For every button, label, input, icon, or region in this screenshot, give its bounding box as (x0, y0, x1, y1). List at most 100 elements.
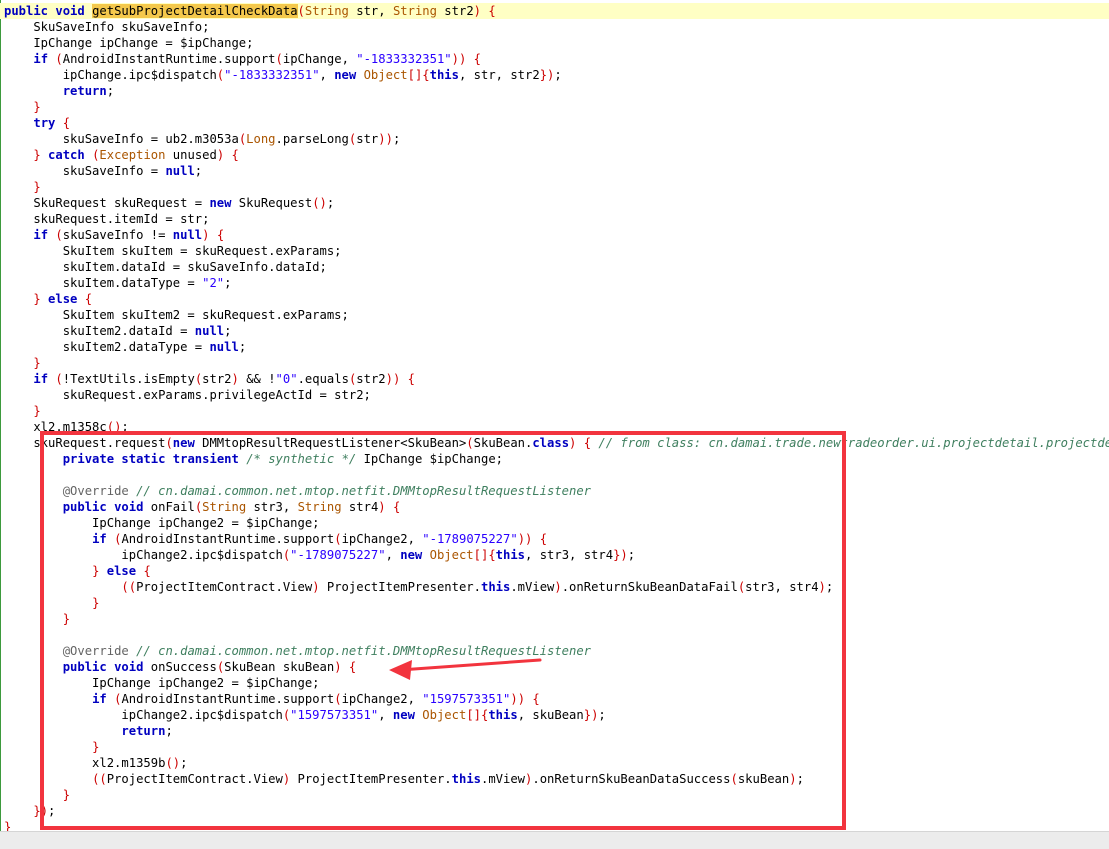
code-line[interactable]: return; (4, 723, 173, 739)
code-token: onSuccess (143, 660, 217, 674)
code-line[interactable]: SkuItem skuItem2 = skuRequest.exParams; (4, 307, 349, 323)
code-token: []{ (466, 708, 489, 722)
code-line[interactable]: if (AndroidInstantRuntime.support(ipChan… (4, 531, 547, 547)
code-token: this (480, 580, 511, 594)
code-line[interactable]: @Override // cn.damai.common.net.mtop.ne… (4, 643, 591, 659)
code-line[interactable]: } (4, 179, 40, 195)
code-line[interactable]: if (AndroidInstantRuntime.support(ipChan… (4, 51, 481, 67)
horizontal-scrollbar[interactable] (0, 831, 1109, 849)
code-line[interactable]: }); (4, 803, 55, 819)
code-line[interactable]: skuRequest.request(new DMMtopResultReque… (4, 435, 1109, 451)
code-line[interactable]: public void onFail(String str3, String s… (4, 499, 401, 515)
code-token: str4 (341, 500, 379, 514)
code-token: ; (326, 196, 335, 210)
code-token: ) (554, 580, 562, 594)
code-token: str3, str4 (745, 580, 819, 594)
code-token: ProjectItemContract.View (136, 580, 313, 594)
code-token: ( (55, 228, 63, 242)
code-line[interactable]: skuItem2.dataId = null; (4, 323, 232, 339)
code-token: xl2.m1359b (4, 756, 166, 770)
code-token: ( (275, 52, 283, 66)
code-token: } (92, 596, 100, 610)
code-token: null (194, 324, 225, 338)
code-line[interactable]: } (4, 787, 70, 803)
code-token: , str3, str4 (525, 548, 614, 562)
code-token: str2 (356, 372, 386, 386)
code-token: Object (429, 548, 474, 562)
code-token: new (209, 196, 232, 210)
code-token: str (356, 132, 379, 146)
code-token: ( (334, 692, 342, 706)
code-line[interactable]: } (4, 611, 70, 627)
code-token: []{ (473, 548, 496, 562)
code-token: try (33, 116, 56, 130)
code-token: } (62, 788, 71, 802)
code-line[interactable]: ((ProjectItemContract.View) ProjectItemP… (4, 579, 833, 595)
code-line[interactable]: skuSaveInfo = null; (4, 163, 202, 179)
code-line[interactable]: } else { (4, 563, 151, 579)
code-token: SkuBean skuBean (224, 660, 335, 674)
code-token: )) (378, 132, 393, 146)
code-line[interactable]: @Override // cn.damai.common.net.mtop.ne… (4, 483, 591, 499)
code-line[interactable]: skuSaveInfo = ub2.m3053a(Long.parseLong(… (4, 131, 401, 147)
code-line[interactable]: SkuSaveInfo skuSaveInfo; (4, 19, 209, 35)
code-line[interactable]: return; (4, 83, 114, 99)
code-line[interactable]: SkuItem skuItem = skuRequest.exParams; (4, 243, 342, 259)
code-token: skuRequest.itemId = str; (4, 212, 210, 226)
code-token: && ! (238, 372, 276, 386)
code-line[interactable]: if (skuSaveInfo != null) { (4, 227, 224, 243)
code-token: null (209, 340, 239, 354)
code-line[interactable]: } else { (4, 291, 92, 307)
code-line[interactable]: skuItem.dataType = "2"; (4, 275, 232, 291)
code-token: if (33, 372, 49, 386)
code-line[interactable]: } (4, 403, 40, 419)
code-line[interactable]: } catch (Exception unused) { (4, 147, 239, 163)
code-token: ) (789, 772, 797, 786)
code-token: // cn.damai.common.net.mtop.netfit.DMMto… (136, 644, 592, 658)
code-line[interactable]: ipChange.ipc$dispatch("-1833332351", new… (4, 67, 562, 83)
code-line[interactable]: } (4, 739, 99, 755)
code-line[interactable]: } (4, 595, 99, 611)
code-line[interactable]: if (AndroidInstantRuntime.support(ipChan… (4, 691, 540, 707)
code-line[interactable]: ipChange2.ipc$dispatch("-1789075227", ne… (4, 547, 635, 563)
code-line[interactable]: skuItem2.dataType = null; (4, 339, 246, 355)
code-line[interactable]: } (4, 355, 40, 371)
code-token: Object (363, 68, 408, 82)
code-line[interactable]: private static transient /* synthetic */… (4, 451, 503, 467)
code-line[interactable]: public void onSuccess(SkuBean skuBean) { (4, 659, 357, 675)
code-line[interactable]: try { (4, 115, 70, 131)
code-line[interactable]: xl2.m1359b(); (4, 755, 187, 771)
code-line[interactable]: IpChange ipChange2 = $ipChange; (4, 515, 319, 531)
code-line[interactable]: skuRequest.exParams.privilegeActId = str… (4, 387, 371, 403)
code-line[interactable]: ipChange2.ipc$dispatch("1597573351", new… (4, 707, 605, 723)
code-token: static (121, 452, 166, 466)
code-token: , skuBean (517, 708, 584, 722)
code-line[interactable]: ((ProjectItemContract.View) ProjectItemP… (4, 771, 804, 787)
code-token: void (114, 500, 144, 514)
code-token: ; (165, 724, 173, 738)
code-editor[interactable]: public void getSubProjectDetailCheckData… (0, 0, 1109, 849)
code-line[interactable]: if (!TextUtils.isEmpty(str2) && !"0".equ… (4, 371, 415, 387)
code-token: { (216, 228, 225, 242)
code-line[interactable]: IpChange ipChange2 = $ipChange; (4, 675, 319, 691)
code-line[interactable]: } (4, 99, 40, 115)
code-token: new (400, 548, 423, 562)
code-token: ipChange2.ipc$dispatch (4, 708, 283, 722)
code-line[interactable]: IpChange ipChange = $ipChange; (4, 35, 253, 51)
code-line[interactable]: xl2.m1358c(); (4, 419, 128, 435)
code-line[interactable]: SkuRequest skuRequest = new SkuRequest()… (4, 195, 334, 211)
code-line[interactable]: skuItem.dataId = skuSaveInfo.dataId; (4, 259, 327, 275)
code-line-current[interactable]: public void getSubProjectDetailCheckData… (0, 3, 1109, 19)
code-token: , str, str2 (458, 68, 540, 82)
code-line[interactable]: skuRequest.itemId = str; (4, 211, 209, 227)
